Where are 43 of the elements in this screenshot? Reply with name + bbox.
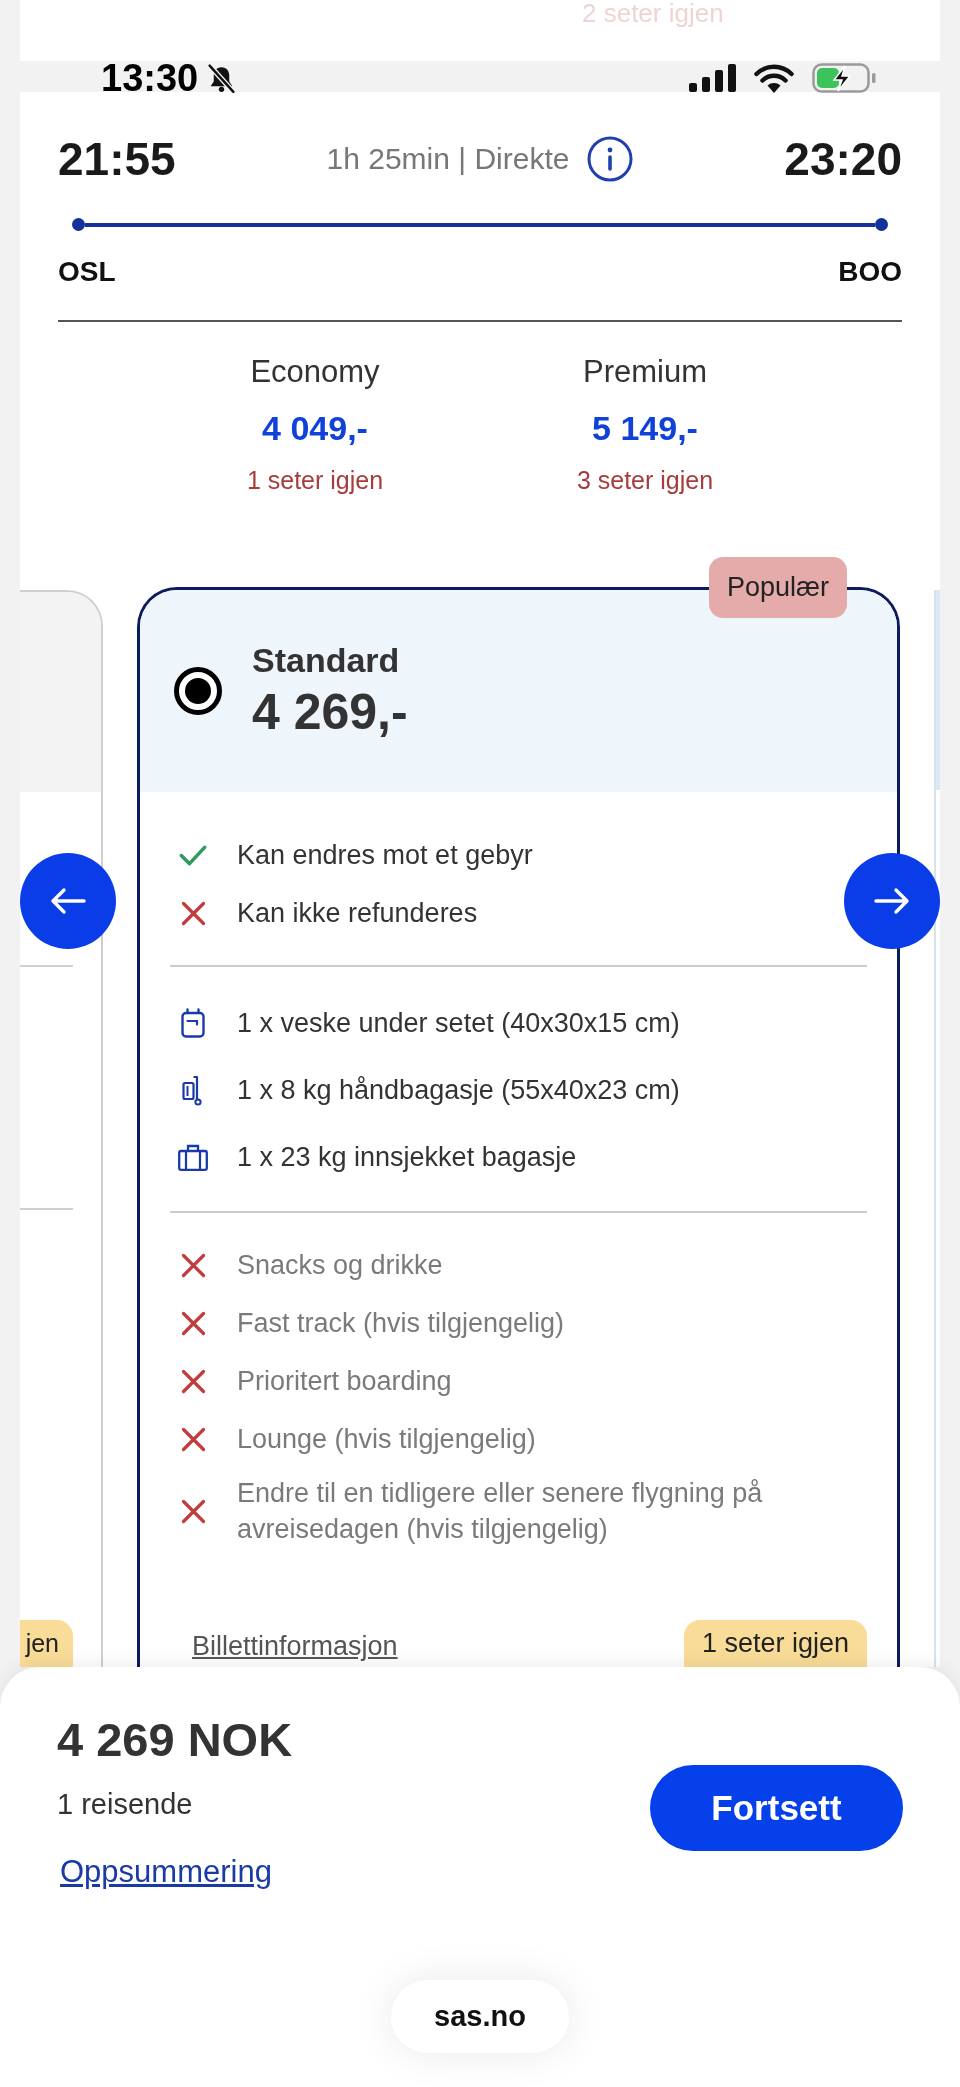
cabin-class-name[interactable]: Economy xyxy=(250,353,380,391)
status-time: 13:30 xyxy=(101,58,199,98)
bag-icon xyxy=(181,1008,205,1038)
traveller-count: 1 reisende xyxy=(57,1787,193,1822)
fare-extra-text: Lounge (hvis tilgjengelig) xyxy=(237,1423,536,1456)
trolley-case-icon xyxy=(182,1074,204,1106)
seats-left-text: 1 seter igjen xyxy=(246,465,384,496)
continue-button[interactable]: Fortsett xyxy=(650,1765,903,1851)
flight-duration: 1h 25min | Direkte xyxy=(326,141,570,177)
fare-extra-text: Prioritert boarding xyxy=(237,1365,452,1398)
arrow-left-icon xyxy=(50,887,86,915)
cabin-class-name[interactable]: Premium xyxy=(583,353,707,391)
info-icon[interactable] xyxy=(587,136,634,182)
cabin-class-price: 5 149,- xyxy=(592,408,698,448)
wifi-icon xyxy=(754,63,794,93)
fare-extra-text: Endre til en tidligere eller senere flygning på avreisedagen (hvis tilgjengelig) xyxy=(237,1477,764,1546)
arrow-right-icon xyxy=(874,887,910,915)
seats-left-text: 3 seter igjen xyxy=(576,465,714,496)
total-price: 4 269 NOK xyxy=(57,1712,293,1768)
fare-card[interactable]: jen xyxy=(20,590,103,1667)
baggage-text: 1 x 23 kg innsjekket bagasje xyxy=(237,1141,577,1174)
fare-price: 4 269,- xyxy=(252,683,408,741)
fare-extra-text: Snacks og drikke xyxy=(237,1249,443,1282)
summary-link[interactable]: Oppsummering xyxy=(60,1853,272,1891)
seats-left-badge: jen xyxy=(20,1620,73,1667)
destination-code: BOO xyxy=(838,257,902,287)
arrival-time: 23:20 xyxy=(784,135,902,183)
departure-time: 21:55 xyxy=(58,135,176,183)
fare-name: Standard xyxy=(252,641,401,679)
popular-badge: Populær xyxy=(708,557,847,618)
cabin-class-price: 4 049,- xyxy=(262,408,368,448)
baggage-text: 1 x veske under setet (40x30x15 cm) xyxy=(237,1007,680,1040)
fare-condition-text: Kan endres mot et gebyr xyxy=(237,839,533,872)
suitcase-icon xyxy=(178,1143,208,1171)
origin-code: OSL xyxy=(58,257,116,287)
address-bar[interactable]: sas.no xyxy=(391,1980,569,2053)
signal-icon xyxy=(689,64,737,92)
ticket-info-link[interactable]: Billettinformasjon xyxy=(192,1629,398,1663)
baggage-text: 1 x 8 kg håndbagasje (55x40x23 cm) xyxy=(237,1074,680,1107)
fare-condition-text: Kan ikke refunderes xyxy=(237,897,478,930)
radio-button[interactable] xyxy=(174,667,222,715)
fare-extra-text: Fast track (hvis tilgjengelig) xyxy=(237,1307,565,1340)
seats-left-badge: 1 seter igjen xyxy=(683,1620,867,1667)
